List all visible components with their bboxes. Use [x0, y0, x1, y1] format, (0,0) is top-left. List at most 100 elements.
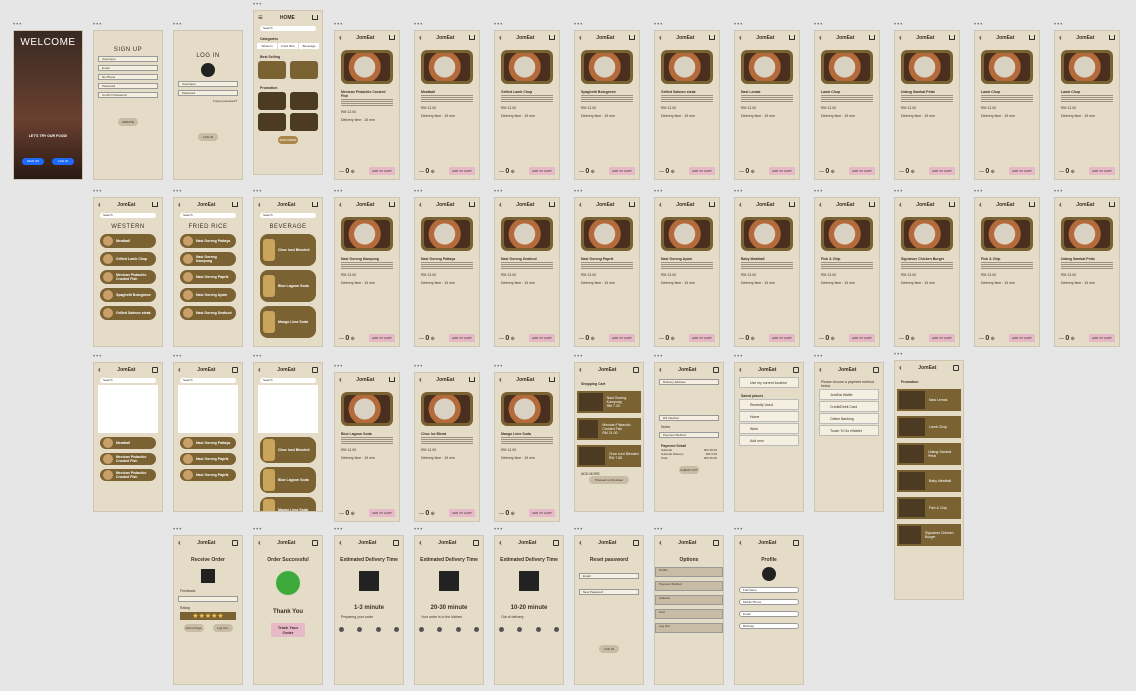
cart-item[interactable]: Nasi Goreng Kampung RM 7.20: [577, 391, 641, 413]
add-to-cart-button[interactable]: ADD TO CART: [928, 167, 955, 175]
promotion-card[interactable]: [290, 113, 318, 131]
cart-icon[interactable]: [469, 377, 475, 382]
back-icon[interactable]: ‹: [659, 538, 662, 547]
menu-item[interactable]: Mango Lime Soda: [260, 497, 316, 511]
search-input[interactable]: Search: [100, 378, 156, 383]
profile-field[interactable]: Email: [739, 611, 799, 617]
frame-menu-icon[interactable]: •••: [574, 527, 583, 533]
best-selling-card[interactable]: [290, 61, 318, 79]
add-to-cart-button[interactable]: ADD TO CART: [528, 509, 555, 517]
frame-menu-icon[interactable]: •••: [414, 189, 423, 195]
forgot-password-link[interactable]: Forgot password?: [174, 99, 237, 103]
quantity-stepper[interactable]: — 0 ⊕: [419, 510, 435, 517]
promotion-item[interactable]: Udang Sambal Petai: [897, 443, 961, 465]
quantity-stepper[interactable]: — 0 ⊕: [979, 168, 995, 175]
cart-icon[interactable]: [869, 202, 875, 207]
menu-icon[interactable]: ≡: [258, 13, 263, 22]
category-chip[interactable]: Fried Rice: [278, 43, 298, 49]
menu-item[interactable]: Nasi Goreng Ayam: [180, 288, 236, 302]
frame-menu-icon[interactable]: •••: [334, 189, 343, 195]
plus-button[interactable]: ⊕: [349, 336, 355, 342]
login-button[interactable]: LOG IN: [52, 158, 74, 165]
search-input[interactable]: Search: [260, 378, 316, 383]
frame-menu-icon[interactable]: •••: [814, 22, 823, 28]
plus-button[interactable]: ⊕: [1069, 336, 1075, 342]
frame-menu-icon[interactable]: •••: [494, 527, 503, 533]
frame-menu-icon[interactable]: •••: [173, 22, 182, 28]
back-icon[interactable]: ‹: [819, 365, 822, 374]
plus-button[interactable]: ⊕: [509, 511, 515, 517]
frame-menu-icon[interactable]: •••: [253, 354, 262, 360]
add-to-cart-button[interactable]: ADD TO CART: [848, 334, 875, 342]
home-icon[interactable]: [232, 539, 238, 546]
payment-option[interactable]: Credit/Debit Card: [819, 401, 879, 412]
search-input[interactable]: Search: [180, 378, 236, 383]
checkout-submit-button[interactable]: CHECK OUT: [679, 466, 699, 474]
cart-icon[interactable]: [1109, 35, 1115, 40]
add-to-cart-button[interactable]: ADD TO CART: [1008, 167, 1035, 175]
plus-button[interactable]: ⊕: [589, 169, 595, 175]
promotion-card[interactable]: [290, 92, 318, 110]
menu-item[interactable]: Spaghetti Bolognese: [100, 288, 156, 302]
cart-icon[interactable]: [949, 202, 955, 207]
home-icon[interactable]: [633, 539, 639, 546]
promotion-item[interactable]: Baby Meatball: [897, 470, 961, 492]
frame-menu-icon[interactable]: •••: [173, 527, 182, 533]
profile-field[interactable]: Birthday: [739, 623, 799, 629]
back-icon[interactable]: ‹: [579, 365, 582, 374]
cart-item[interactable]: Choc Iced Blended RM 7.80: [577, 445, 641, 467]
cart-icon[interactable]: [549, 377, 555, 382]
quantity-stepper[interactable]: — 0 ⊕: [739, 335, 755, 342]
quantity-stepper[interactable]: — 0 ⊕: [339, 168, 355, 175]
cart-icon[interactable]: [549, 35, 555, 40]
back-icon[interactable]: ‹: [178, 365, 181, 374]
frame-menu-icon[interactable]: •••: [93, 354, 102, 360]
back-icon[interactable]: ‹: [899, 363, 902, 372]
frame-menu-icon[interactable]: •••: [654, 527, 663, 533]
menu-item[interactable]: Mexican Pistachio Crusted Fish: [100, 453, 156, 465]
home-icon[interactable]: [312, 366, 318, 373]
frame-menu-icon[interactable]: •••: [414, 364, 423, 370]
frame-menu-icon[interactable]: •••: [334, 364, 343, 370]
delivery-address-field[interactable]: Delivery Address: [659, 379, 719, 385]
back-icon[interactable]: ‹: [419, 538, 422, 547]
quantity-stepper[interactable]: — 0 ⊕: [339, 335, 355, 342]
back-icon[interactable]: ‹: [579, 200, 582, 209]
address-option[interactable]: Add new: [739, 435, 799, 446]
home-page-button[interactable]: Home Page: [183, 624, 204, 632]
home-icon[interactable]: [553, 539, 559, 546]
cart-icon[interactable]: [709, 35, 715, 40]
cart-icon[interactable]: [389, 35, 395, 40]
signup-field[interactable]: No Phone: [98, 74, 158, 80]
frame-menu-icon[interactable]: •••: [253, 527, 262, 533]
reset-login-button[interactable]: LOG IN: [599, 645, 619, 653]
add-to-cart-button[interactable]: ADD TO CART: [1008, 334, 1035, 342]
menu-item[interactable]: Nasi Goreng Paprik: [180, 453, 236, 465]
menu-item[interactable]: Choc Iced Blended: [260, 234, 316, 266]
frame-menu-icon[interactable]: •••: [173, 354, 182, 360]
menu-item[interactable]: Mango Lime Soda: [260, 306, 316, 338]
frame-menu-icon[interactable]: •••: [574, 354, 583, 360]
back-icon[interactable]: ‹: [499, 375, 502, 384]
signup-field[interactable]: Password: [98, 83, 158, 89]
frame-menu-icon[interactable]: •••: [734, 527, 743, 533]
quantity-stepper[interactable]: — 0 ⊕: [499, 335, 515, 342]
plus-button[interactable]: ⊕: [989, 336, 995, 342]
frame-menu-icon[interactable]: •••: [1054, 22, 1063, 28]
feedback-input[interactable]: [178, 596, 238, 602]
add-to-cart-button[interactable]: ADD TO CART: [608, 167, 635, 175]
options-item[interactable]: Log Out: [655, 623, 723, 633]
back-icon[interactable]: ‹: [499, 538, 502, 547]
menu-item[interactable]: Meatball: [100, 437, 156, 449]
back-icon[interactable]: ‹: [739, 200, 742, 209]
search-input[interactable]: Search: [260, 213, 316, 218]
cart-icon[interactable]: [312, 202, 318, 207]
address-option[interactable]: Recently Used: [739, 399, 799, 410]
options-item[interactable]: Cart: [655, 609, 723, 619]
home-icon[interactable]: [393, 539, 399, 546]
menu-item[interactable]: Nasi Goreng Pattaya: [180, 437, 236, 449]
back-icon[interactable]: ‹: [419, 375, 422, 384]
plus-button[interactable]: ⊕: [509, 336, 515, 342]
plus-button[interactable]: ⊕: [989, 169, 995, 175]
menu-item[interactable]: Choc Iced Blended: [260, 437, 316, 463]
